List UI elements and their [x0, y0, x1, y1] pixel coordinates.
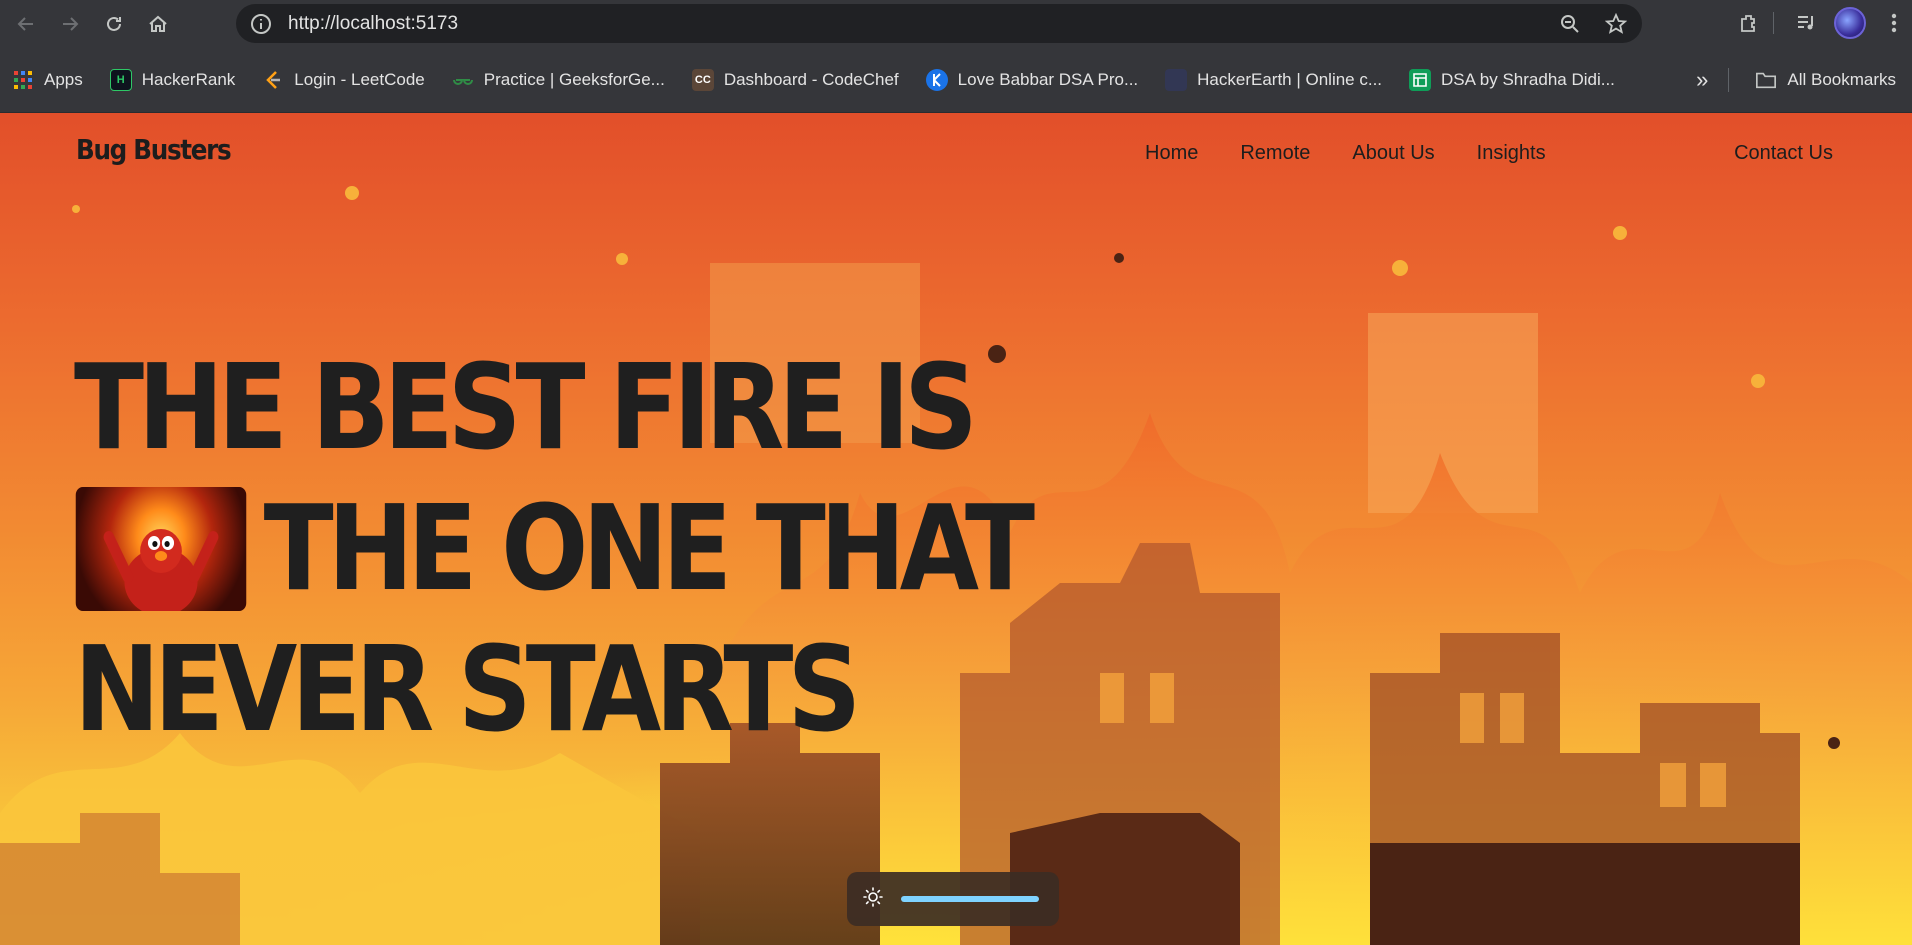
- bookmark-love-babbar[interactable]: Love Babbar DSA Pro...: [925, 68, 1139, 91]
- menu-kebab-icon[interactable]: [1876, 5, 1912, 41]
- nav-links: Home Remote About Us Insights: [1145, 142, 1588, 165]
- bookmark-label: Apps: [44, 69, 83, 89]
- hero-line-1: THE BEST FIRE IS: [74, 338, 978, 476]
- bookmark-geeksforgeeks[interactable]: Practice | GeeksforGe...: [452, 69, 665, 91]
- bookmark-label: DSA by Shradha Didi...: [1441, 69, 1615, 89]
- bookmark-hackerearth[interactable]: HackerEarth | Online c...: [1165, 68, 1383, 91]
- contact-us-link[interactable]: Contact Us: [1734, 142, 1833, 165]
- hackerrank-icon: H: [109, 68, 132, 91]
- bookmark-apps[interactable]: Apps: [12, 69, 83, 91]
- codechef-icon: CC: [691, 68, 714, 91]
- leetcode-icon: [262, 69, 284, 91]
- hero-line-2-text: THE ONE THAT: [263, 479, 1035, 617]
- nav-remote-link[interactable]: Remote: [1240, 142, 1310, 165]
- nav-home-link[interactable]: Home: [1145, 142, 1198, 165]
- site-logo[interactable]: Bug Busters: [76, 133, 232, 166]
- nav-about-link[interactable]: About Us: [1352, 142, 1434, 165]
- google-sheets-icon: [1409, 68, 1432, 91]
- home-icon[interactable]: [140, 6, 176, 42]
- bookmark-label: Login - LeetCode: [294, 69, 425, 89]
- toolbar-divider: [1773, 12, 1774, 34]
- bookmark-dsa-sheet[interactable]: DSA by Shradha Didi...: [1409, 68, 1615, 91]
- theme-slider-track[interactable]: [901, 896, 1039, 902]
- bookmark-label: Practice | GeeksforGe...: [483, 69, 665, 89]
- sun-icon[interactable]: [863, 886, 883, 912]
- site-info-icon[interactable]: [248, 11, 274, 37]
- bookmark-label: HackerEarth | Online c...: [1197, 69, 1383, 89]
- profile-avatar[interactable]: [1832, 5, 1868, 41]
- bookmark-codechef[interactable]: CC Dashboard - CodeChef: [691, 68, 899, 91]
- all-bookmarks-label: All Bookmarks: [1787, 70, 1896, 89]
- bookmarks-divider: [1728, 68, 1730, 92]
- more-bookmarks-chevron-icon[interactable]: »: [1696, 67, 1708, 93]
- bookmarks-bar: Apps H HackerRank Login - LeetCode Pract…: [0, 47, 1912, 113]
- theme-toggle[interactable]: [847, 872, 1059, 926]
- hackerearth-icon: [1165, 68, 1188, 91]
- bookmark-label: HackerRank: [141, 69, 236, 89]
- site-navbar: Bug Busters Home Remote About Us Insight…: [0, 113, 1912, 193]
- nav-insights-link[interactable]: Insights: [1477, 142, 1546, 165]
- address-bar[interactable]: http://localhost:5173: [236, 4, 1642, 43]
- bookmark-label: Love Babbar DSA Pro...: [957, 69, 1139, 89]
- web-page: Bug Busters Home Remote About Us Insight…: [0, 113, 1912, 945]
- burning-elmo-image: [75, 486, 247, 611]
- bookmark-leetcode[interactable]: Login - LeetCode: [262, 69, 425, 91]
- browser-toolbar: http://localhost:5173: [0, 0, 1912, 47]
- love-babbar-icon: [925, 68, 948, 91]
- extensions-icon[interactable]: [1731, 5, 1767, 41]
- reload-icon[interactable]: [96, 6, 132, 42]
- zoom-icon[interactable]: [1552, 6, 1588, 42]
- bookmark-hackerrank[interactable]: H HackerRank: [109, 68, 236, 91]
- all-bookmarks-folder[interactable]: All Bookmarks: [1755, 69, 1896, 91]
- geeksforgeeks-icon: [452, 69, 474, 91]
- media-control-icon[interactable]: [1788, 5, 1824, 41]
- forward-icon[interactable]: [52, 6, 88, 42]
- bookmark-label: Dashboard - CodeChef: [723, 69, 899, 89]
- folder-icon: [1755, 69, 1777, 91]
- hero-headline: THE BEST FIRE IS THE ONE THAT NEVER STAR…: [74, 337, 1035, 760]
- url-text[interactable]: http://localhost:5173: [288, 13, 458, 35]
- hero-line-3: NEVER STARTS: [74, 620, 861, 758]
- back-icon[interactable]: [8, 6, 44, 42]
- hero-line-2: THE ONE THAT: [74, 478, 1035, 619]
- bookmark-star-icon[interactable]: [1598, 6, 1634, 42]
- apps-grid-icon: [12, 69, 34, 91]
